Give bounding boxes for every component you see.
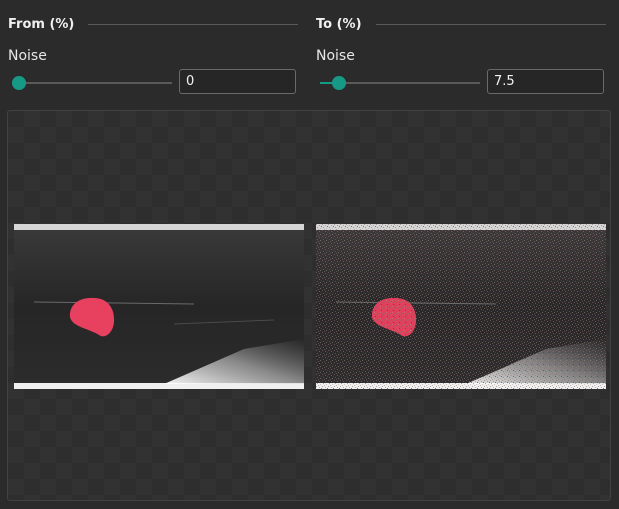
to-noise-label: Noise — [316, 48, 355, 64]
to-noise-input[interactable] — [487, 69, 604, 94]
to-preview-image — [316, 224, 606, 389]
from-preview-image — [14, 224, 304, 389]
section-divider — [375, 23, 606, 25]
from-noise-input[interactable] — [179, 69, 296, 94]
from-noise-label: Noise — [8, 48, 47, 64]
slider-track — [12, 82, 172, 84]
section-divider — [88, 23, 298, 25]
to-noise-slider[interactable] — [320, 72, 480, 94]
from-noise-slider[interactable] — [12, 72, 172, 94]
slider-thumb[interactable] — [332, 76, 346, 90]
to-title: To (%) — [316, 16, 362, 32]
preview-area — [7, 110, 611, 501]
from-section-header: From (%) — [8, 16, 298, 32]
to-section-header: To (%) — [316, 16, 606, 32]
from-title: From (%) — [8, 16, 75, 32]
slider-thumb[interactable] — [12, 76, 26, 90]
